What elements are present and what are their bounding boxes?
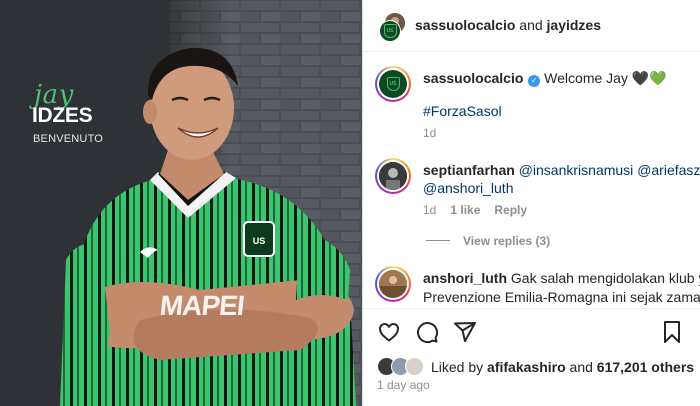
photo-caption-subtitle: BENVENUTO [33, 133, 104, 145]
comment-meta: 1d 1 like Reply [423, 203, 527, 217]
mention-link[interactable]: @anshori_luth [423, 179, 514, 198]
player-illustration: US [0, 0, 362, 406]
post-header: US sassuolocalcio and jayidzes [363, 0, 700, 52]
share-icon[interactable] [453, 320, 477, 344]
post-photo[interactable]: US jay IDZES BENVENUTO MAPEI [0, 0, 362, 406]
comment-username[interactable]: septianfarhan [423, 162, 515, 178]
caption-text: sassuolocalcio ✓ Welcome Jay 🖤💚 [423, 69, 667, 88]
comment-body: Gak salah mengidolakan klub yang [510, 270, 700, 286]
caption-avatar[interactable]: US [375, 66, 411, 102]
club-crest-icon: US [386, 77, 400, 91]
sassuolo-avatar[interactable]: US [379, 20, 401, 42]
comment-text: septianfarhan @insankrisnamusi @ariefasz… [423, 161, 700, 180]
caption-username[interactable]: sassuolocalcio [423, 70, 523, 86]
avatar-image [379, 162, 407, 190]
reply-button[interactable]: Reply [494, 203, 527, 217]
heart-icon[interactable] [377, 320, 401, 344]
post-panel: US sassuolocalcio and jayidzes US sassuo… [363, 0, 700, 406]
likers-avatars[interactable] [377, 357, 427, 377]
bookmark-icon[interactable] [660, 320, 684, 344]
post-actions [377, 320, 477, 346]
comment-text: anshori_luth Gak salah mengidolakan klub… [423, 269, 700, 288]
mention-link[interactable]: @ariefaszhari [637, 162, 700, 178]
caption-hashtag[interactable]: #ForzaSasol [423, 102, 502, 121]
post-time: 1 day ago [377, 378, 430, 392]
author-link-jayidzes[interactable]: jayidzes [547, 17, 601, 33]
likes-count[interactable]: 617,201 others [597, 359, 694, 375]
caption-time: 1d [423, 126, 437, 140]
caption-body: Welcome Jay 🖤💚 [544, 70, 667, 86]
likes-summary: Liked by afifakashiro and 617,201 others [431, 359, 694, 375]
verified-badge-icon: ✓ [528, 75, 541, 87]
replies-divider [426, 240, 450, 241]
comment-body-line2: Prevenzione Emilia-Romagna ini sejak zam… [423, 289, 700, 305]
photo-caption-last-name: IDZES [32, 104, 93, 127]
post-authors: sassuolocalcio and jayidzes [415, 17, 601, 33]
view-replies-button[interactable]: View replies (3) [463, 234, 550, 248]
person-photo-icon [379, 162, 407, 190]
shirt-sponsor-text: MAPEI [158, 290, 246, 321]
avatar-image [379, 270, 407, 298]
likes-connector: and [569, 359, 593, 375]
comment-icon[interactable] [415, 320, 439, 344]
person-photo-icon [379, 270, 407, 298]
club-crest-icon: US [383, 24, 397, 38]
comment-avatar[interactable] [375, 266, 411, 302]
mention-link[interactable]: @insankrisnamusi [519, 162, 634, 178]
comment-username[interactable]: anshori_luth [423, 270, 507, 286]
liker-username[interactable]: afifakashiro [487, 359, 566, 375]
comment-avatar[interactable] [375, 158, 411, 194]
author-link-sassuolo[interactable]: sassuolocalcio [415, 17, 515, 33]
likes-prefix: Liked by [431, 359, 484, 375]
svg-text:US: US [253, 236, 266, 246]
comment-time: 1d [423, 203, 437, 217]
comment-likes[interactable]: 1 like [450, 203, 480, 217]
liker-avatar [405, 357, 424, 376]
avatar-image: US [379, 70, 407, 98]
authors-connector: and [519, 17, 543, 33]
